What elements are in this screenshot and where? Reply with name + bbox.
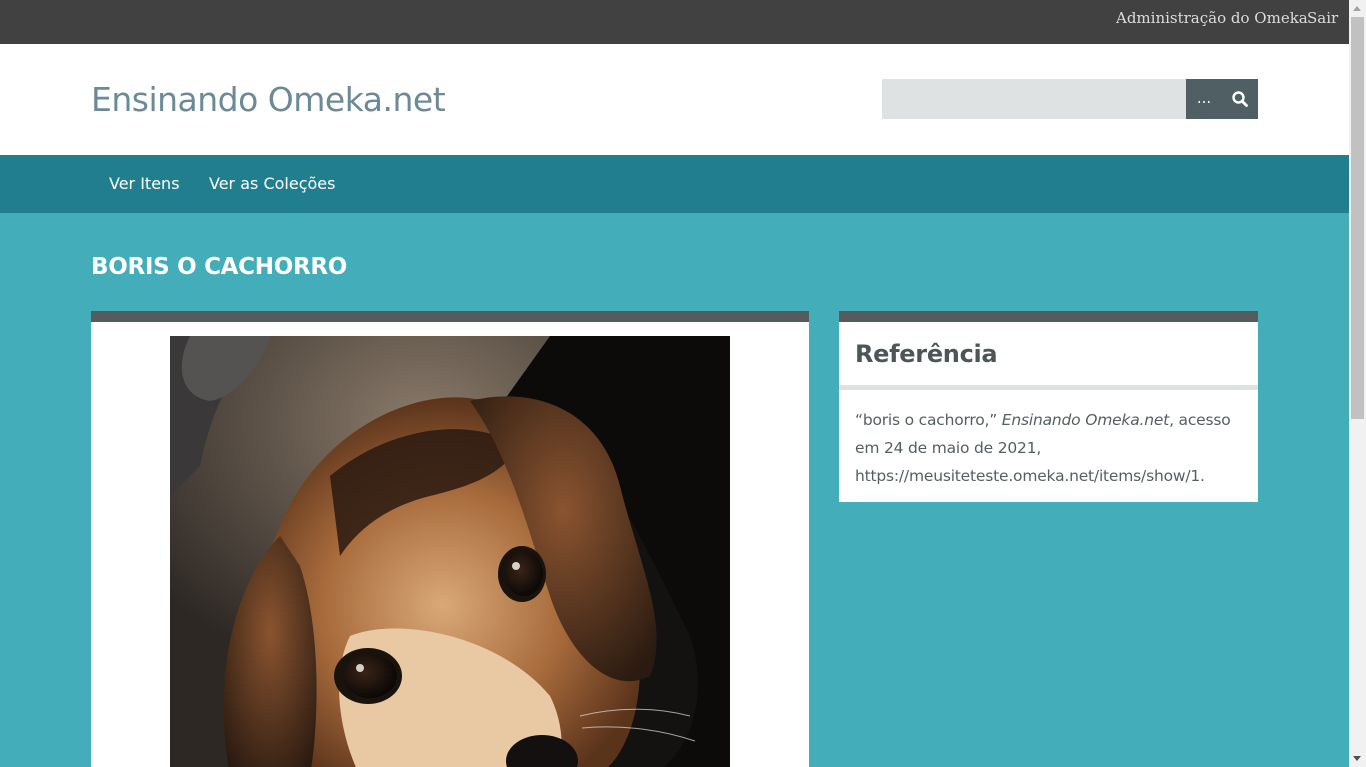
citation-text: “boris o cachorro,” Ensinando Omeka.net,… <box>855 406 1247 490</box>
nav-item-browse-collections[interactable]: Ver as Coleções <box>209 174 335 193</box>
admin-bar: Administração do Omeka Sair <box>0 0 1349 44</box>
nav-item-browse-items[interactable]: Ver Itens <box>109 174 180 193</box>
vertical-scrollbar[interactable] <box>1349 0 1366 767</box>
dog-photo <box>170 336 730 767</box>
citation-prefix: “boris o cachorro,” <box>855 411 1002 429</box>
search-input[interactable] <box>882 79 1186 119</box>
item-title: BORIS O CACHORRO <box>91 254 348 280</box>
search-submit-button[interactable] <box>1222 79 1258 119</box>
search-icon <box>1232 91 1248 107</box>
citation-panel: Referência “boris o cachorro,” Ensinando… <box>839 311 1258 502</box>
citation-site: Ensinando Omeka.net <box>1001 411 1170 429</box>
item-image[interactable] <box>170 336 730 767</box>
citation-heading: Referência <box>855 340 998 368</box>
site-header: Ensinando Omeka.net ... <box>0 44 1349 155</box>
scroll-down-arrow-icon[interactable] <box>1349 750 1366 767</box>
scroll-thumb[interactable] <box>1351 17 1364 419</box>
main-nav: Ver Itens Ver as Coleções <box>0 155 1349 213</box>
logout-link[interactable]: Sair <box>1307 9 1338 27</box>
item-files-panel <box>91 311 809 767</box>
search-form: ... <box>882 79 1258 119</box>
advanced-search-button[interactable]: ... <box>1186 79 1222 119</box>
admin-link[interactable]: Administração do Omeka <box>1116 9 1308 27</box>
site-title[interactable]: Ensinando Omeka.net <box>91 80 446 119</box>
divider <box>839 385 1258 390</box>
page: Administração do Omeka Sair Ensinando Om… <box>0 0 1349 767</box>
scroll-up-arrow-icon[interactable] <box>1349 0 1366 17</box>
